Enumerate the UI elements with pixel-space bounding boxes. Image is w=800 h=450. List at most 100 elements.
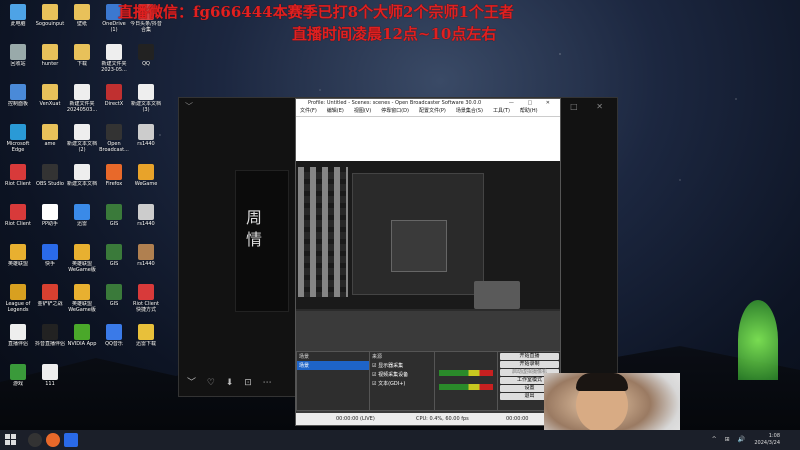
desktop-icon-label: 迅雷 xyxy=(76,221,87,227)
desktop-icon-label: 回收站 xyxy=(10,61,26,67)
obs-taskbar-icon[interactable] xyxy=(28,433,42,447)
desktop-icon[interactable]: GIS xyxy=(98,244,130,273)
webcam-hair xyxy=(576,373,628,391)
desktop-icon-label: GIS xyxy=(109,301,119,307)
preview-webcam xyxy=(474,281,520,309)
app-icon xyxy=(42,164,58,180)
obs-menu-item[interactable]: 工具(T) xyxy=(493,108,510,114)
desktop-icon[interactable]: 此电脑 xyxy=(2,4,34,33)
obs-menu-item[interactable]: 文件(F) xyxy=(300,108,317,114)
desktop-icon-label: 控制面板 xyxy=(7,101,28,107)
desktop-icon[interactable]: GIS xyxy=(98,284,130,313)
desktop-icon[interactable]: QQ xyxy=(130,44,162,73)
obs-menu-item[interactable]: 场景集合(S) xyxy=(456,108,483,114)
system-tray[interactable]: ^ ⊞ 🔊 xyxy=(712,436,748,443)
desktop-icon-label: 游戏 xyxy=(12,381,23,387)
desktop-icon[interactable]: 新建文本文档 (2) xyxy=(66,124,98,153)
source-item[interactable]: ☑ 显示器采集 xyxy=(370,361,434,370)
status-rec: 00:00:00 xyxy=(506,416,529,422)
obs-titlebar: Profile: Untitled - Scenes: scenes - Ope… xyxy=(296,99,560,107)
desktop-icon[interactable]: League of Legends xyxy=(2,284,34,313)
audio-meter xyxy=(439,384,493,390)
desktop-icon[interactable]: VenXuat xyxy=(34,84,66,113)
desktop-icon[interactable]: 英雄联盟 WeGame版 xyxy=(66,284,98,313)
desktop-icon-label: DirectX xyxy=(104,101,124,107)
desktop-icon[interactable]: Riot Client 快捷方式 xyxy=(130,284,162,313)
scene-item[interactable]: 场景 xyxy=(297,361,369,370)
desktop-icon[interactable]: rs1440 xyxy=(130,124,162,153)
desktop-icon[interactable]: Riot Client xyxy=(2,164,34,193)
start-streaming-button[interactable]: 开始直播 xyxy=(500,353,559,360)
obs-menu-item[interactable]: 编辑(E) xyxy=(327,108,344,114)
desktop-icon[interactable]: 新建文本文档 xyxy=(66,164,98,193)
desktop-icon-label: QQ音乐 xyxy=(105,341,123,347)
desktop-icon[interactable]: 迅雷下载 xyxy=(130,324,162,353)
desktop-icon-label: QQ xyxy=(142,61,150,67)
desktop-icon[interactable]: 壁纸 xyxy=(66,4,98,33)
album-cover: 周 情 xyxy=(235,170,289,312)
obs-preview[interactable] xyxy=(296,161,560,309)
source-item[interactable]: ☑ 文本(GDI+) xyxy=(370,379,434,388)
obs-menu-item[interactable]: 停靠窗口(D) xyxy=(381,108,409,114)
desktop-icon[interactable]: GIS xyxy=(98,204,130,233)
desktop-icon-label: 新建文件夹 2023-05... xyxy=(101,61,127,73)
app-icon xyxy=(106,204,122,220)
obs-menu-item[interactable]: 帮助(H) xyxy=(520,108,538,114)
firefox-taskbar-icon[interactable] xyxy=(46,433,60,447)
status-cpu: CPU: 0.4%, 60.00 fps xyxy=(416,416,469,422)
desktop-icon[interactable]: 111 xyxy=(34,364,66,393)
preview-nested-capture xyxy=(352,173,484,295)
desktop-icon-label: 壁纸 xyxy=(76,21,87,27)
desktop-icon[interactable]: hunter xyxy=(34,44,66,73)
desktop-icon[interactable]: 游戏 xyxy=(2,364,34,393)
desktop-icon[interactable]: 新建文件夹 2023-05... xyxy=(98,44,130,73)
source-item[interactable]: ☑ 视频采集设备 xyxy=(370,370,434,379)
desktop-icon[interactable]: 回收站 xyxy=(2,44,34,73)
desktop-icon[interactable]: 新建文本文档 (3) xyxy=(130,84,162,113)
app-icon xyxy=(106,84,122,100)
desktop-icon[interactable]: 直播伴侣 xyxy=(2,324,34,353)
desktop-icon[interactable]: ame xyxy=(34,124,66,153)
desktop-icon[interactable]: WeGame xyxy=(130,164,162,193)
desktop-icon[interactable]: Riot Client xyxy=(2,204,34,233)
stream-overlay-line1: 直播微信：fg666444本赛季已打8个大师2个宗师1个王者 xyxy=(118,3,514,21)
desktop-icon[interactable]: rs1440 xyxy=(130,244,162,273)
desktop-icon[interactable]: NVIDIA App xyxy=(66,324,98,353)
app-icon xyxy=(42,244,58,260)
desktop-icon[interactable]: Firefox xyxy=(98,164,130,193)
desktop-icon[interactable]: rs1440 xyxy=(130,204,162,233)
desktop-icon[interactable]: 控制面板 xyxy=(2,84,34,113)
desktop-icon[interactable]: Sogouinput xyxy=(34,4,66,33)
desktop-icon[interactable]: 英雄联盟 xyxy=(2,244,34,273)
player-collapse-icon[interactable]: ﹀ xyxy=(185,101,193,112)
desktop-icon-label: NVIDIA App xyxy=(67,341,97,347)
desktop-icon[interactable]: 抖音直播伴侣 xyxy=(34,324,66,353)
app-icon xyxy=(74,4,90,20)
obs-menu-item[interactable]: 视图(V) xyxy=(354,108,371,114)
desktop-icon-label: Open Broadcast... xyxy=(99,141,129,153)
desktop-icon[interactable]: Microsoft Edge xyxy=(2,124,34,153)
desktop-icon[interactable]: 下载 xyxy=(66,44,98,73)
desktop-icon[interactable]: 金铲铲之战 xyxy=(34,284,66,313)
app-icon xyxy=(106,164,122,180)
desktop-icon[interactable]: OBS Studio xyxy=(34,164,66,193)
desktop-icon[interactable]: PP助手 xyxy=(34,204,66,233)
desktop-icon[interactable]: QQ音乐 xyxy=(98,324,130,353)
obs-menu-item[interactable]: 配置文件(P) xyxy=(419,108,446,114)
player-controls[interactable]: ﹀ ♡ ⬇ ⊡ ⋯ xyxy=(187,375,276,388)
start-recording-button[interactable]: 开始录制 xyxy=(500,361,559,368)
taskbar-clock[interactable]: 1:08 2024/3/24 xyxy=(754,433,780,447)
desktop-icon[interactable]: 新建文件夹 20240503... xyxy=(66,84,98,113)
desktop-icon[interactable]: 英雄联盟 WeGame版 xyxy=(66,244,98,273)
kuaishou-taskbar-icon[interactable] xyxy=(64,433,78,447)
windows-start-icon[interactable] xyxy=(4,433,18,447)
obs-status-bar: 00:00:00 (LIVE) CPU: 0.4%, 60.00 fps 00:… xyxy=(296,413,560,425)
obs-window-controls[interactable]: — □ ✕ xyxy=(509,99,556,107)
desktop-icon[interactable]: DirectX xyxy=(98,84,130,113)
desktop-icon[interactable]: Open Broadcast... xyxy=(98,124,130,153)
desktop-icon[interactable]: 快手 xyxy=(34,244,66,273)
clock-time: 1:08 xyxy=(768,433,780,439)
obs-window[interactable]: Profile: Untitled - Scenes: scenes - Ope… xyxy=(295,98,561,426)
desktop-icon[interactable]: 迅雷 xyxy=(66,204,98,233)
desktop-icon-label: Firefox xyxy=(105,181,123,187)
